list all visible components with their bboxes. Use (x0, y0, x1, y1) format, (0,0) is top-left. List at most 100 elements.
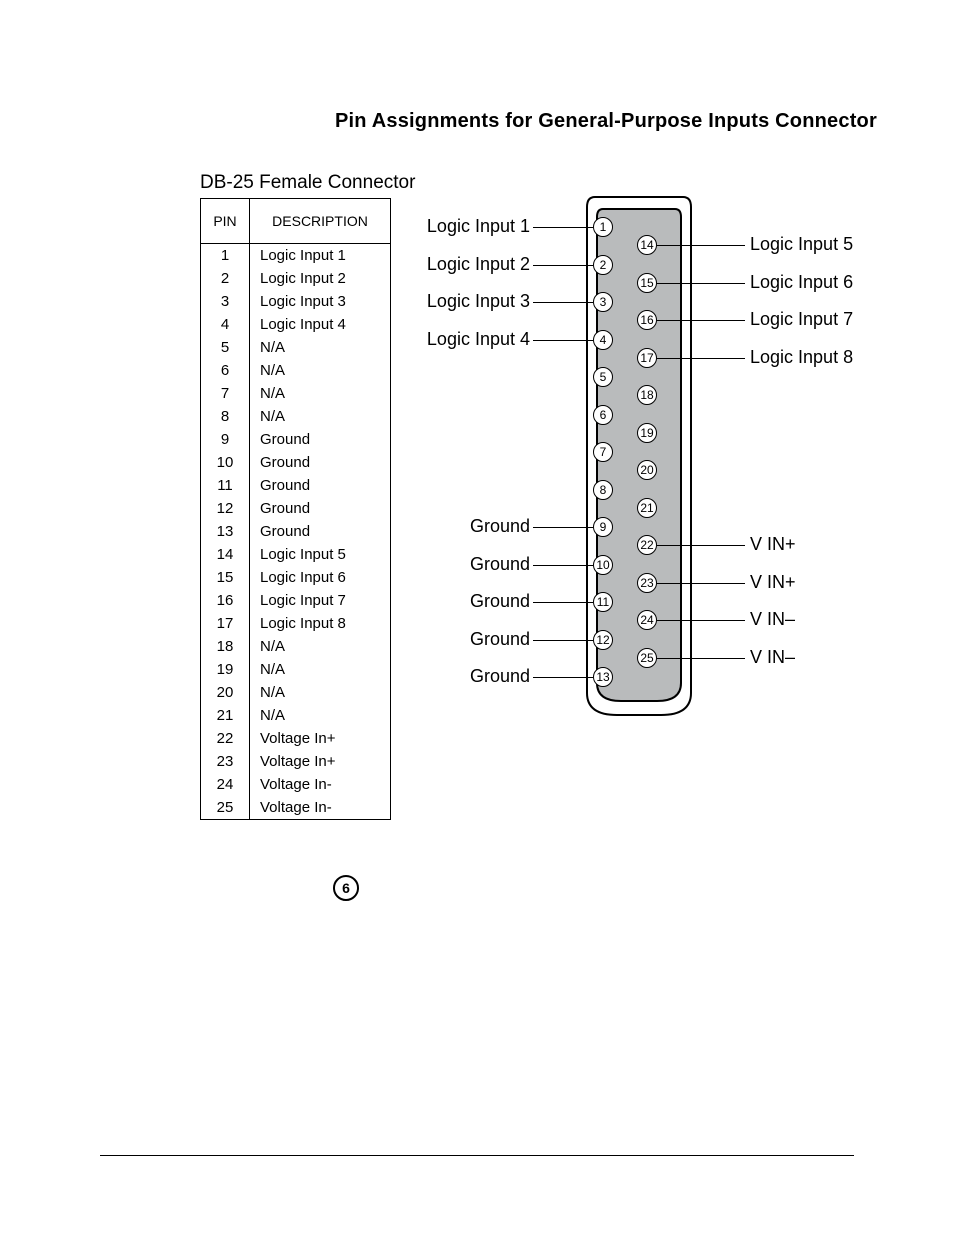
table-cell-pin: 14 (201, 543, 250, 566)
table-cell-desc: N/A (250, 405, 391, 428)
table-cell-desc: Voltage In- (250, 796, 391, 820)
pin-circle: 11 (593, 592, 613, 612)
pin-circle: 21 (637, 498, 657, 518)
pin-label-right: V IN– (750, 609, 890, 630)
table-cell-pin: 12 (201, 497, 250, 520)
table-row: 10Ground (201, 451, 391, 474)
table-row: 2Logic Input 2 (201, 267, 391, 290)
table-row: 1Logic Input 1 (201, 244, 391, 268)
pin-label-left: Ground (415, 666, 530, 687)
pin-circle: 4 (593, 330, 613, 350)
table-cell-pin: 10 (201, 451, 250, 474)
table-row: 24Voltage In- (201, 773, 391, 796)
pin-label-left: Ground (415, 554, 530, 575)
table-cell-desc: Logic Input 7 (250, 589, 391, 612)
table-row: 13Ground (201, 520, 391, 543)
table-cell-pin: 21 (201, 704, 250, 727)
leader-line (657, 358, 745, 359)
leader-line (533, 602, 593, 603)
table-cell-desc: Logic Input 8 (250, 612, 391, 635)
leader-line (657, 545, 745, 546)
table-cell-desc: Logic Input 6 (250, 566, 391, 589)
table-cell-desc: N/A (250, 336, 391, 359)
table-cell-pin: 1 (201, 244, 250, 268)
table-cell-pin: 25 (201, 796, 250, 820)
leader-line (657, 283, 745, 284)
table-header-desc: DESCRIPTION (250, 199, 391, 244)
table-row: 8N/A (201, 405, 391, 428)
table-cell-pin: 5 (201, 336, 250, 359)
table-row: 7N/A (201, 382, 391, 405)
table-cell-pin: 11 (201, 474, 250, 497)
connector-diagram: 1234567891011121314151617181920212223242… (415, 195, 875, 725)
pin-assignment-table: PIN DESCRIPTION 1Logic Input 12Logic Inp… (200, 198, 391, 820)
table-row: 22Voltage In+ (201, 727, 391, 750)
pin-circle: 5 (593, 367, 613, 387)
table-row: 17Logic Input 8 (201, 612, 391, 635)
leader-line (533, 565, 593, 566)
table-header-pin: PIN (201, 199, 250, 244)
table-cell-pin: 8 (201, 405, 250, 428)
table-row: 4Logic Input 4 (201, 313, 391, 336)
pin-circle: 14 (637, 235, 657, 255)
leader-line (533, 265, 593, 266)
pin-circle: 23 (637, 573, 657, 593)
pin-circle: 12 (593, 630, 613, 650)
leader-line (533, 227, 593, 228)
pin-circle: 7 (593, 442, 613, 462)
table-row: 16Logic Input 7 (201, 589, 391, 612)
table-cell-pin: 3 (201, 290, 250, 313)
leader-line (533, 302, 593, 303)
pin-circle: 6 (593, 405, 613, 425)
leader-line (533, 640, 593, 641)
pin-label-right: V IN+ (750, 534, 890, 555)
pin-circle: 22 (637, 535, 657, 555)
table-cell-desc: Ground (250, 520, 391, 543)
pin-circle: 17 (637, 348, 657, 368)
table-cell-desc: N/A (250, 635, 391, 658)
pin-label-left: Logic Input 4 (415, 329, 530, 350)
table-cell-desc: Logic Input 4 (250, 313, 391, 336)
pin-label-right: V IN+ (750, 572, 890, 593)
pin-circle: 1 (593, 217, 613, 237)
table-cell-desc: Ground (250, 428, 391, 451)
pin-label-left: Ground (415, 629, 530, 650)
pin-circle: 13 (593, 667, 613, 687)
table-row: 11Ground (201, 474, 391, 497)
table-cell-pin: 19 (201, 658, 250, 681)
table-cell-pin: 23 (201, 750, 250, 773)
leader-line (533, 340, 593, 341)
table-row: 5N/A (201, 336, 391, 359)
table-cell-pin: 24 (201, 773, 250, 796)
leader-line (533, 677, 593, 678)
leader-line (533, 527, 593, 528)
table-cell-desc: Voltage In+ (250, 750, 391, 773)
table-cell-pin: 13 (201, 520, 250, 543)
table-row: 9Ground (201, 428, 391, 451)
pin-circle: 18 (637, 385, 657, 405)
connector-subtitle: DB-25 Female Connector (200, 172, 415, 194)
table-row: 23Voltage In+ (201, 750, 391, 773)
table-cell-desc: N/A (250, 359, 391, 382)
table-row: 20N/A (201, 681, 391, 704)
page-number-badge: 6 (333, 875, 359, 901)
table-cell-pin: 6 (201, 359, 250, 382)
table-cell-pin: 20 (201, 681, 250, 704)
table-row: 12Ground (201, 497, 391, 520)
table-cell-desc: Logic Input 5 (250, 543, 391, 566)
table-cell-desc: N/A (250, 658, 391, 681)
table-cell-pin: 17 (201, 612, 250, 635)
page-title: Pin Assignments for General-Purpose Inpu… (335, 110, 877, 133)
table-cell-desc: Voltage In- (250, 773, 391, 796)
pin-label-left: Logic Input 2 (415, 254, 530, 275)
pin-circle: 8 (593, 480, 613, 500)
table-cell-desc: Voltage In+ (250, 727, 391, 750)
table-cell-pin: 2 (201, 267, 250, 290)
pin-label-right: Logic Input 7 (750, 309, 890, 330)
table-cell-pin: 22 (201, 727, 250, 750)
table-cell-desc: Ground (250, 474, 391, 497)
pin-circle: 2 (593, 255, 613, 275)
table-row: 15Logic Input 6 (201, 566, 391, 589)
table-cell-pin: 7 (201, 382, 250, 405)
table-cell-pin: 15 (201, 566, 250, 589)
